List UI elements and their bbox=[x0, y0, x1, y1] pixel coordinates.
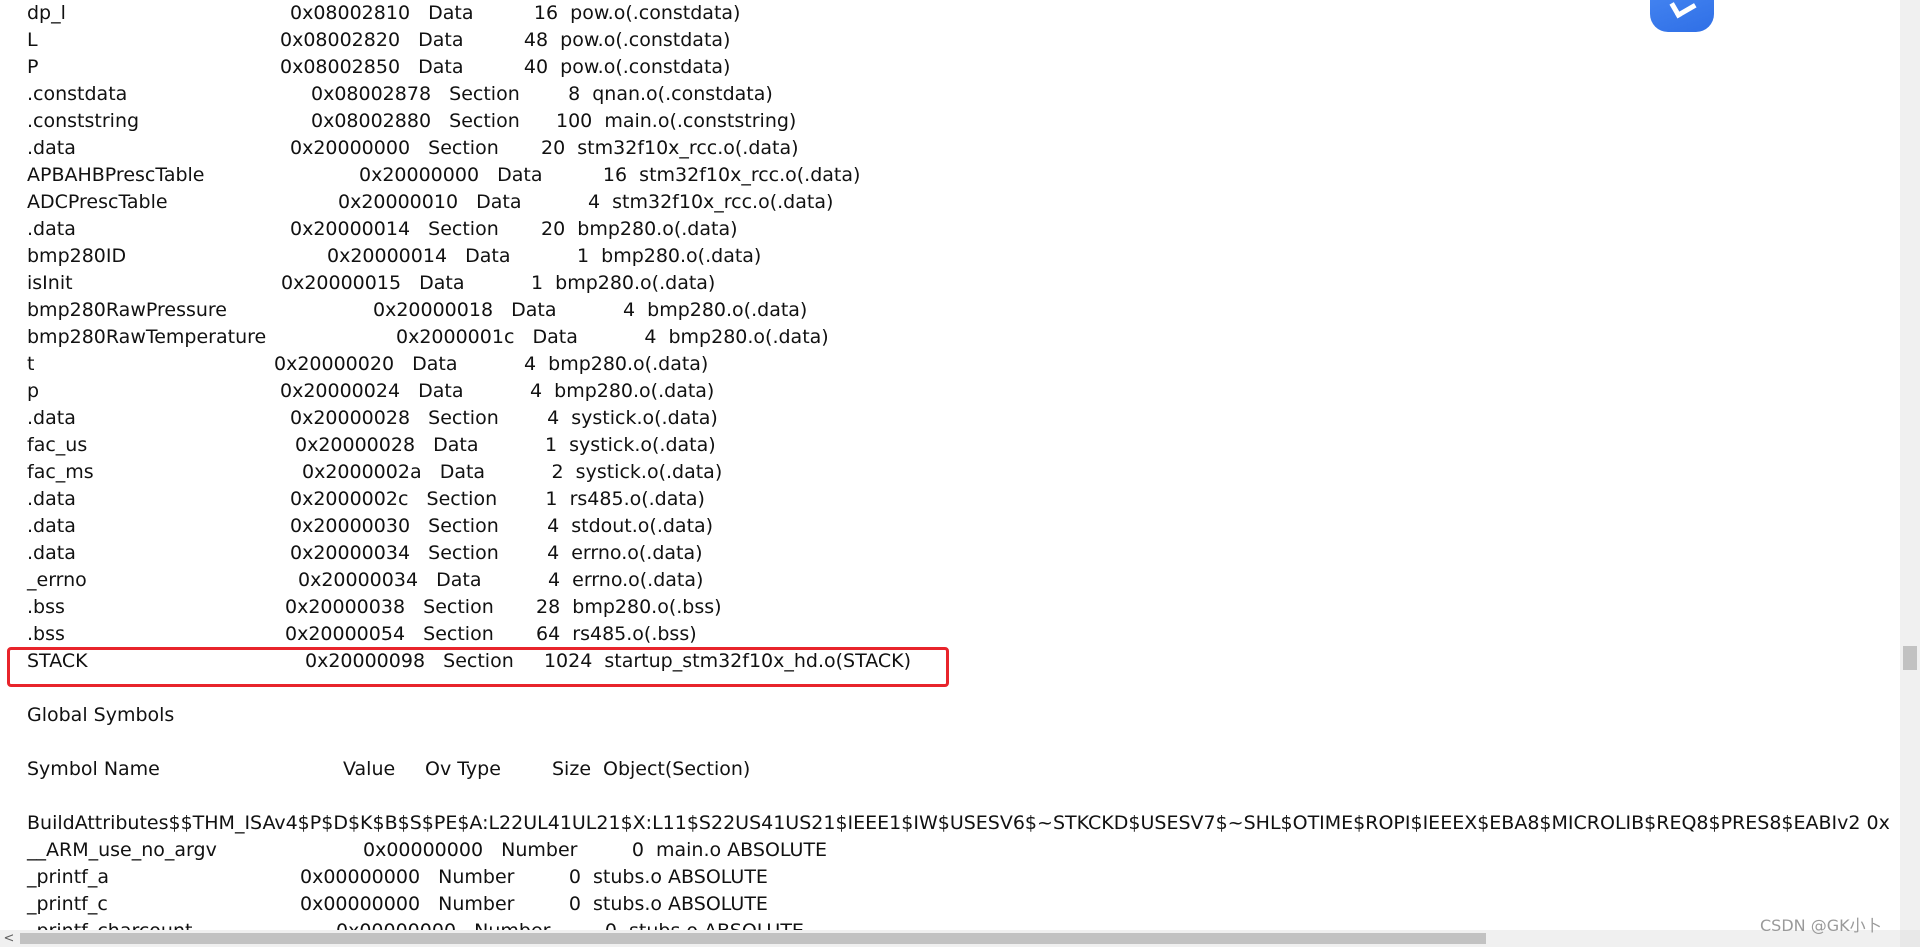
symbol-name: .conststring bbox=[27, 110, 140, 132]
symbol-details: 0x08002878 Section 8 qnan.o(.constdata) bbox=[311, 83, 773, 105]
symbol-name: __ARM_use_no_argv bbox=[27, 839, 217, 861]
column-header-object-section: Object(Section) bbox=[603, 758, 751, 780]
badge-arrow-icon bbox=[1669, 0, 1697, 19]
global-symbols-heading: Global Symbols bbox=[27, 704, 175, 726]
horizontal-scrollbar-thumb[interactable] bbox=[20, 933, 1486, 944]
symbol-name: fac_us bbox=[27, 434, 88, 456]
symbol-name: _printf_a bbox=[27, 866, 109, 888]
symbol-name: _errno bbox=[27, 569, 87, 591]
symbol-details: 0x20000014 Data 1 bmp280.o(.data) bbox=[327, 245, 762, 267]
symbol-name: .data bbox=[27, 542, 76, 564]
symbol-details: 0x08002850 Data 40 pow.o(.constdata) bbox=[280, 56, 731, 78]
symbol-name: ADCPrescTable bbox=[27, 191, 168, 213]
symbol-name: .bss bbox=[27, 623, 65, 645]
symbol-details: 0x20000028 Section 4 systick.o(.data) bbox=[290, 407, 718, 429]
symbol-details: 0x20000038 Section 28 bmp280.o(.bss) bbox=[285, 596, 722, 618]
symbol-details: 0x00000000 Number 0 stubs.o ABSOLUTE bbox=[336, 918, 804, 930]
symbol-details: 0x20000000 Data 16 stm32f10x_rcc.o(.data… bbox=[359, 164, 861, 186]
column-header-ov-type: Ov Type bbox=[425, 758, 501, 780]
symbol-details: 0x2000001c Data 4 bmp280.o(.data) bbox=[396, 326, 829, 348]
symbol-details: 0x00000000 Number 0 main.o ABSOLUTE bbox=[363, 839, 828, 861]
symbol-details: 0x20000034 Data 4 errno.o(.data) bbox=[298, 569, 704, 591]
symbol-details: 0x08002810 Data 16 pow.o(.constdata) bbox=[290, 2, 741, 24]
build-attributes-line: BuildAttributes$$THM_ISAv4$P$D$K$B$S$PE$… bbox=[27, 812, 1890, 834]
symbol-name: bmp280RawTemperature bbox=[27, 326, 267, 348]
stack-symbol-name: STACK bbox=[27, 650, 88, 672]
symbol-details: 0x20000014 Section 20 bmp280.o(.data) bbox=[290, 218, 738, 240]
column-header-value: Value bbox=[343, 758, 396, 780]
symbol-name: dp_l bbox=[27, 2, 66, 24]
scroll-left-arrow-icon[interactable]: < bbox=[2, 931, 16, 946]
symbol-name: p bbox=[27, 380, 40, 402]
symbol-name: .data bbox=[27, 137, 76, 159]
symbol-details: 0x20000024 Data 4 bmp280.o(.data) bbox=[280, 380, 715, 402]
symbol-details: 0x2000002a Data 2 systick.o(.data) bbox=[302, 461, 723, 483]
symbol-name: .bss bbox=[27, 596, 65, 618]
map-file-text-view[interactable]: dp_l 0x08002810 Data 16 pow.o(.constdata… bbox=[0, 0, 1900, 930]
stack-symbol-details: 0x20000098 Section 1024 startup_stm32f10… bbox=[305, 650, 912, 672]
symbol-name: bmp280RawPressure bbox=[27, 299, 227, 321]
symbol-details: 0x08002880 Section 100 main.o(.conststri… bbox=[311, 110, 797, 132]
vertical-scrollbar[interactable] bbox=[1900, 0, 1920, 930]
scrollbar-corner bbox=[1900, 930, 1920, 947]
symbol-name: APBAHBPrescTable bbox=[27, 164, 205, 186]
symbol-name: isInit bbox=[27, 272, 73, 294]
symbol-name: bmp280ID bbox=[27, 245, 127, 267]
symbol-details: 0x20000015 Data 1 bmp280.o(.data) bbox=[281, 272, 716, 294]
symbol-details: 0x20000034 Section 4 errno.o(.data) bbox=[290, 542, 703, 564]
symbol-details: 0x2000002c Section 1 rs485.o(.data) bbox=[290, 488, 705, 510]
app-badge-icon bbox=[1650, 0, 1714, 32]
symbol-name: _printf_charcount bbox=[27, 918, 192, 930]
symbol-details: 0x08002820 Data 48 pow.o(.constdata) bbox=[280, 29, 731, 51]
symbol-details: 0x20000028 Data 1 systick.o(.data) bbox=[295, 434, 716, 456]
vertical-scrollbar-thumb[interactable] bbox=[1903, 646, 1917, 670]
column-header-size: Size bbox=[552, 758, 592, 780]
symbol-name: L bbox=[27, 29, 38, 51]
symbol-name: P bbox=[27, 56, 39, 78]
symbol-name: _printf_c bbox=[27, 893, 108, 915]
symbol-details: 0x00000000 Number 0 stubs.o ABSOLUTE bbox=[300, 893, 768, 915]
symbol-name: .data bbox=[27, 218, 76, 240]
symbol-details: 0x20000020 Data 4 bmp280.o(.data) bbox=[274, 353, 709, 375]
symbol-details: 0x00000000 Number 0 stubs.o ABSOLUTE bbox=[300, 866, 768, 888]
symbol-details: 0x20000054 Section 64 rs485.o(.bss) bbox=[285, 623, 697, 645]
symbol-name: t bbox=[27, 353, 35, 375]
symbol-name: .data bbox=[27, 488, 76, 510]
symbol-details: 0x20000018 Data 4 bmp280.o(.data) bbox=[373, 299, 808, 321]
csdn-watermark: CSDN @GK小卜 bbox=[1760, 916, 1882, 935]
symbol-name: .constdata bbox=[27, 83, 128, 105]
symbol-details: 0x20000000 Section 20 stm32f10x_rcc.o(.d… bbox=[290, 137, 799, 159]
horizontal-scrollbar[interactable]: < bbox=[0, 930, 1900, 947]
symbol-name: .data bbox=[27, 407, 76, 429]
symbol-name: fac_ms bbox=[27, 461, 94, 483]
column-header-symbol-name: Symbol Name bbox=[27, 758, 160, 780]
symbol-details: 0x20000030 Section 4 stdout.o(.data) bbox=[290, 515, 714, 537]
symbol-details: 0x20000010 Data 4 stm32f10x_rcc.o(.data) bbox=[338, 191, 834, 213]
symbol-name: .data bbox=[27, 515, 76, 537]
